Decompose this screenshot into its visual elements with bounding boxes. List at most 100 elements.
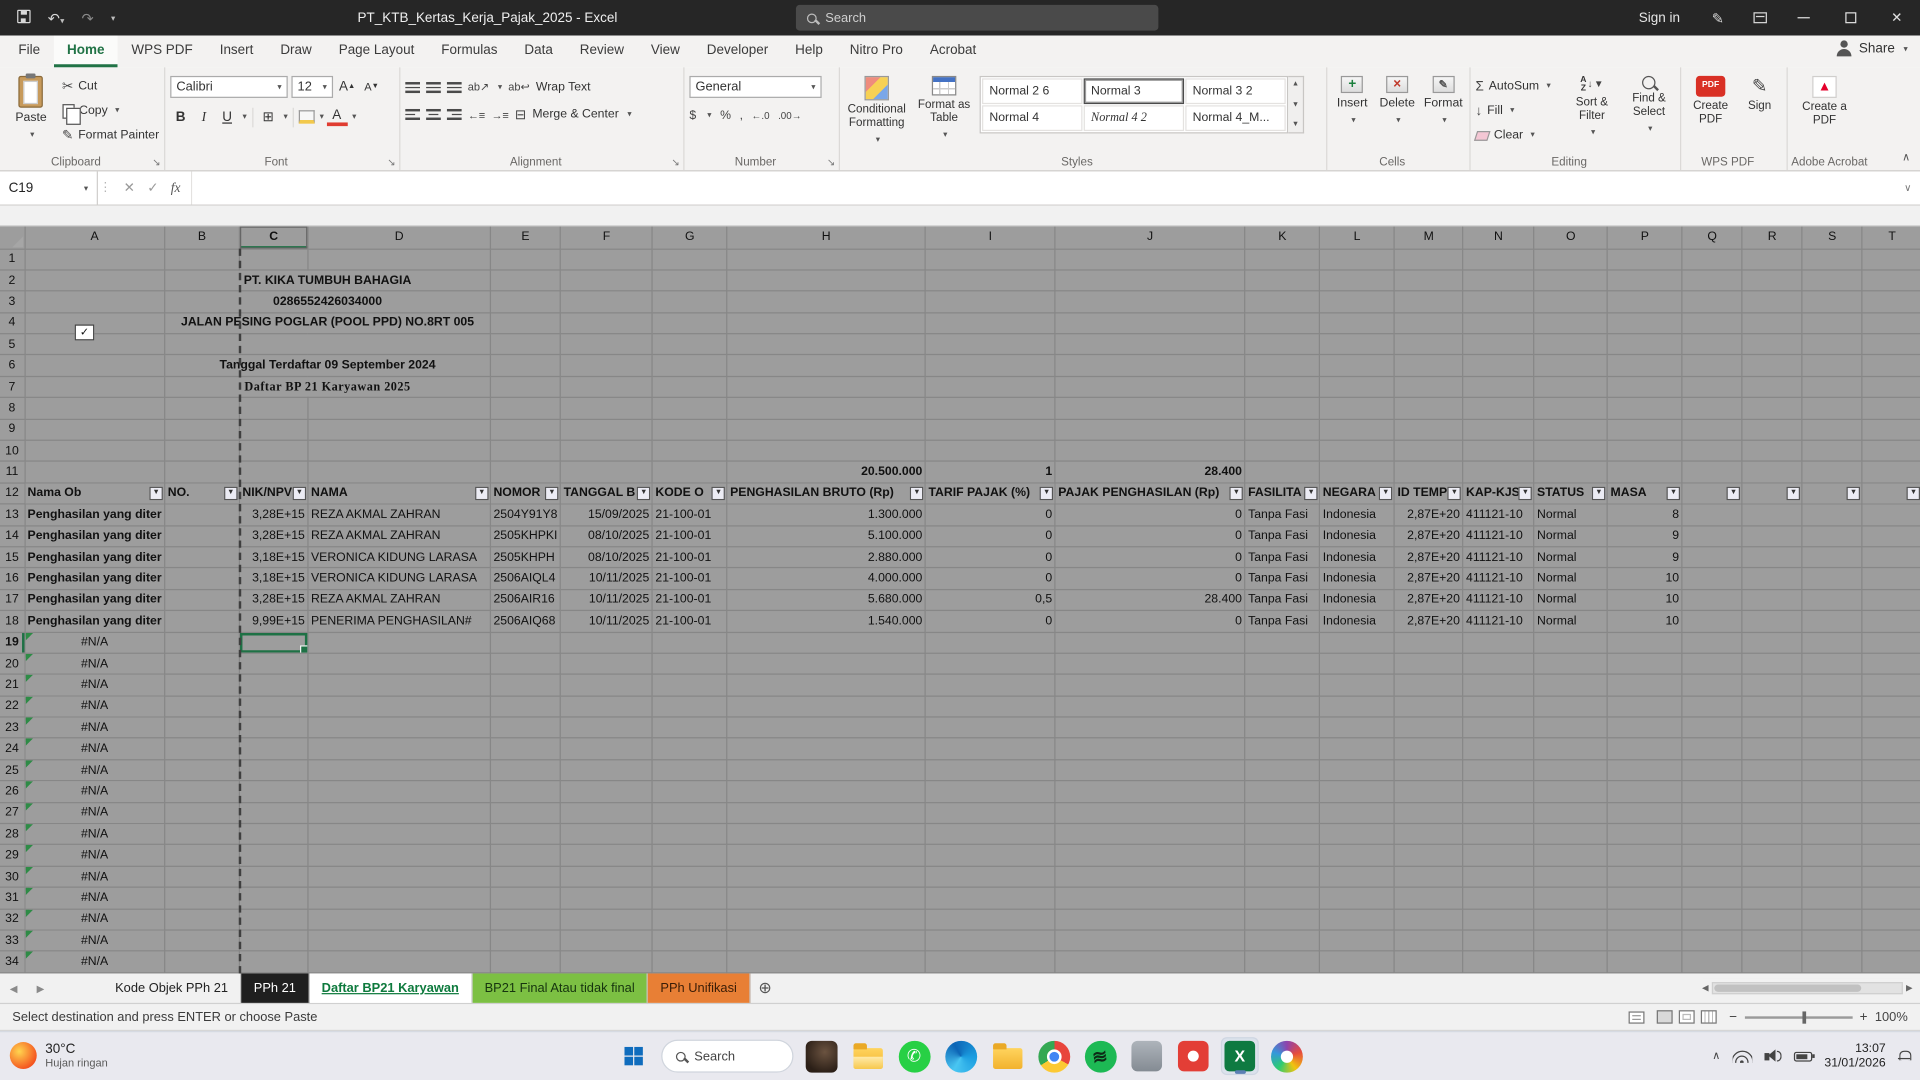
cell[interactable] [490, 866, 560, 887]
italic-button[interactable]: I [193, 107, 214, 128]
filter-button[interactable] [1907, 487, 1920, 500]
titlebar-search[interactable]: Search [796, 5, 1158, 31]
cell[interactable] [1682, 355, 1742, 376]
row-header-33[interactable]: 33 [0, 930, 24, 951]
cell-N14[interactable]: 411121-10 [1463, 525, 1534, 546]
cell[interactable] [1742, 419, 1802, 440]
row-header-4[interactable]: 4 [0, 312, 24, 333]
cell[interactable] [925, 249, 1055, 270]
cell[interactable] [1607, 312, 1682, 333]
cell[interactable] [561, 717, 653, 738]
row-header-2[interactable]: 2 [0, 270, 24, 291]
cell[interactable] [1682, 760, 1742, 781]
cell[interactable] [239, 802, 308, 823]
cell[interactable] [1862, 760, 1920, 781]
cell-M18[interactable]: 2,87E+20 [1394, 611, 1463, 632]
cell[interactable] [1463, 462, 1534, 483]
cell[interactable] [561, 845, 653, 866]
cell[interactable] [1862, 653, 1920, 674]
notification-bell-icon[interactable] [1898, 1050, 1910, 1062]
paste-button[interactable]: Paste [5, 72, 57, 143]
cell[interactable] [925, 866, 1055, 887]
cell-S18[interactable] [1802, 611, 1862, 632]
cell[interactable] [1682, 951, 1742, 972]
ribbon-tab-help[interactable]: Help [782, 36, 837, 68]
cell[interactable] [1245, 760, 1320, 781]
cell-A16[interactable]: Penghasilan yang diter [24, 568, 164, 589]
font-name-select[interactable]: Calibri [170, 76, 288, 98]
cell[interactable] [727, 398, 925, 419]
cell[interactable] [652, 824, 727, 845]
cell-B16[interactable] [165, 568, 240, 589]
cell[interactable] [1320, 781, 1395, 802]
cell[interactable] [1862, 398, 1920, 419]
cell[interactable] [1245, 270, 1320, 291]
conditional-formatting-button[interactable]: Conditional Formatting [845, 72, 909, 148]
cell[interactable] [1245, 398, 1320, 419]
cancel-icon[interactable]: ✕ [124, 180, 135, 196]
cell[interactable] [1055, 674, 1245, 695]
cell[interactable] [490, 632, 560, 653]
cell[interactable] [1245, 249, 1320, 270]
cell-N16[interactable]: 411121-10 [1463, 568, 1534, 589]
cell[interactable] [1607, 355, 1682, 376]
align-middle-icon[interactable] [426, 82, 441, 92]
cell[interactable] [1534, 653, 1607, 674]
sheet-tab-daftar-bp21-karyawan[interactable]: Daftar BP21 Karyawan [309, 973, 472, 1002]
row-header-32[interactable]: 32 [0, 909, 24, 930]
cell[interactable] [490, 930, 560, 951]
filter-button[interactable] [1667, 487, 1680, 500]
cell[interactable] [165, 653, 240, 674]
cell[interactable] [1682, 930, 1742, 951]
cell[interactable] [1862, 909, 1920, 930]
cell[interactable] [1742, 887, 1802, 908]
cell[interactable] [1534, 696, 1607, 717]
ribbon-tab-nitro-pro[interactable]: Nitro Pro [836, 36, 916, 68]
row-header-28[interactable]: 28 [0, 824, 24, 845]
cell-O15[interactable]: Normal [1534, 547, 1607, 568]
number-format-select[interactable]: General [689, 76, 821, 98]
cell-B14[interactable] [165, 525, 240, 546]
cell-C13[interactable]: 3,28E+15 [239, 504, 308, 525]
cell-B15[interactable] [165, 547, 240, 568]
cell[interactable] [1463, 334, 1534, 355]
grow-font-button[interactable]: A▲ [337, 77, 358, 98]
cell[interactable] [1463, 717, 1534, 738]
filter-button[interactable] [637, 487, 650, 500]
cell[interactable] [24, 398, 164, 419]
cell[interactable] [1534, 887, 1607, 908]
cell-A14[interactable]: Penghasilan yang diter [24, 525, 164, 546]
cell[interactable] [308, 760, 490, 781]
cell[interactable] [1607, 270, 1682, 291]
cell[interactable] [239, 951, 308, 972]
row-header-27[interactable]: 27 [0, 802, 24, 823]
cell[interactable] [925, 419, 1055, 440]
minimize-button[interactable] [1780, 0, 1827, 36]
autosum-button[interactable]: ΣAutoSum [1476, 76, 1561, 97]
ribbon-tab-review[interactable]: Review [566, 36, 637, 68]
cell[interactable] [308, 419, 490, 440]
cell[interactable] [1463, 376, 1534, 397]
table-header-kode-o[interactable]: KODE O [652, 483, 727, 504]
cell[interactable] [490, 440, 560, 461]
cell[interactable] [1463, 270, 1534, 291]
cell[interactable] [24, 376, 164, 397]
cell-E15[interactable]: 2505KHPH [490, 547, 560, 568]
cell-B18[interactable] [165, 611, 240, 632]
cell[interactable] [308, 717, 490, 738]
cell[interactable] [1802, 674, 1862, 695]
row-header-18[interactable]: 18 [0, 611, 24, 632]
cell[interactable] [490, 398, 560, 419]
keyboard-icon[interactable] [1629, 1011, 1645, 1023]
cell[interactable] [239, 419, 308, 440]
cell[interactable] [24, 334, 164, 355]
cell[interactable] [652, 845, 727, 866]
cell[interactable] [308, 909, 490, 930]
cell-E18[interactable]: 2506AIQ68 [490, 611, 560, 632]
cell[interactable] [1742, 291, 1802, 312]
ribbon-tab-insert[interactable]: Insert [206, 36, 267, 68]
cell[interactable] [1742, 781, 1802, 802]
cell[interactable] [490, 270, 560, 291]
cell[interactable] [165, 845, 240, 866]
cell-A23[interactable]: #N/A [24, 717, 164, 738]
